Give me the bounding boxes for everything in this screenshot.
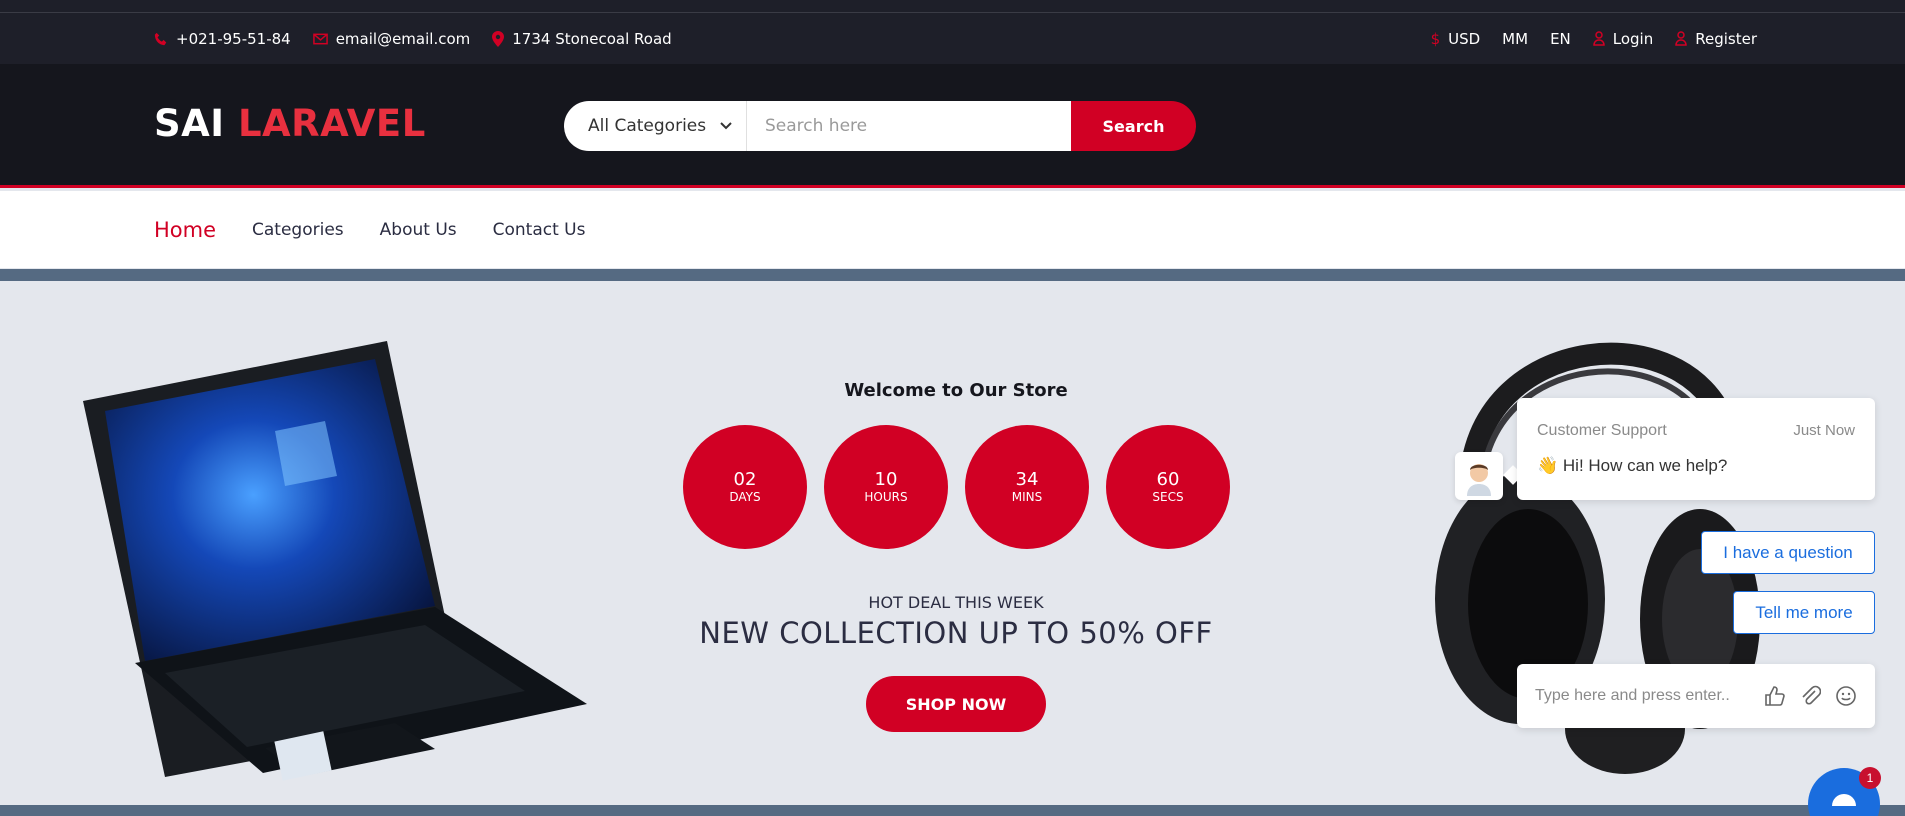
category-select[interactable]: All Categories [564,101,747,151]
countdown-unit: DAYS [729,490,761,504]
language-selector[interactable]: EN [1550,30,1571,48]
smiley-icon[interactable] [1835,685,1857,707]
chat-message: 👋 Hi! How can we help? [1537,456,1728,475]
chat-message-card: Customer Support Just Now 👋 Hi! How can … [1517,398,1875,500]
register-link[interactable]: Register [1675,30,1757,48]
chat-title: Customer Support [1537,422,1667,439]
shop-now-button[interactable]: SHOP NOW [866,676,1046,732]
email-text: email@email.com [335,29,471,48]
quick-reply-question[interactable]: I have a question [1701,531,1875,574]
dollar-icon: $ [1430,29,1441,48]
quick-reply-tell-more[interactable]: Tell me more [1733,591,1875,634]
phone-link[interactable]: +021-95-51-84 [154,30,291,48]
countdown-hours: 10 HOURS [824,425,948,549]
agent-avatar-icon [1467,464,1491,496]
countdown-value: 10 [874,469,898,490]
phone-icon [154,32,167,45]
chat-input[interactable] [1535,687,1745,705]
countdown-unit: HOURS [864,490,908,504]
nav-item-home[interactable]: Home [154,218,216,242]
mm-selector[interactable]: MM [1502,30,1528,48]
countdown-unit: SECS [1152,490,1184,504]
user-icon [1593,31,1605,46]
chat-timestamp: Just Now [1793,422,1855,439]
envelope-icon [312,33,328,44]
section-divider-bottom [0,805,1905,816]
currency-text: USD [1448,29,1481,48]
search-form: All Categories Search [564,101,1196,151]
logo-part1: SAI [154,102,225,145]
register-text: Register [1695,29,1757,48]
window-top-strip [0,0,1905,13]
nav-item-categories[interactable]: Categories [252,220,344,240]
section-divider-top [0,269,1905,281]
countdown-mins: 34 MINS [965,425,1089,549]
nav-item-contact-us[interactable]: Contact Us [493,220,586,240]
countdown-secs: 60 SECS [1106,425,1230,549]
thumbs-up-icon[interactable] [1763,685,1785,707]
mm-text: MM [1502,29,1529,48]
email-link[interactable]: email@email.com [312,29,471,48]
countdown-timer: 02 DAYS 10 HOURS 34 MINS 60 SECS [683,425,1230,549]
address-link[interactable]: 1734 Stonecoal Road [492,29,672,48]
map-marker-icon [492,30,505,47]
address-text: 1734 Stonecoal Road [512,29,672,48]
category-select-value: All Categories [588,116,707,136]
countdown-days: 02 DAYS [683,425,807,549]
login-link[interactable]: Login [1593,30,1653,48]
user-icon [1675,31,1687,46]
search-input[interactable] [747,101,1071,151]
main-navigation: Home Categories About Us Contact Us [0,191,1905,269]
top-info-bar: +021-95-51-84 email@email.com 1734 Stone… [0,13,1905,64]
countdown-value: 02 [733,469,757,490]
phone-text: +021-95-51-84 [176,29,291,48]
logo-part2: LARAVEL [237,102,426,145]
main-header: SAI LARAVEL All Categories Search [0,64,1905,188]
nav-item-about-us[interactable]: About Us [380,220,457,240]
search-button[interactable]: Search [1071,101,1196,151]
chevron-down-icon [720,122,732,130]
site-logo[interactable]: SAI LARAVEL [154,102,426,145]
chat-composer [1517,664,1875,728]
paperclip-icon[interactable] [1799,685,1821,707]
currency-selector[interactable]: $ USD [1431,30,1481,48]
login-text: Login [1612,29,1654,48]
chat-unread-badge: 1 [1859,767,1881,789]
countdown-value: 34 [1015,469,1039,490]
support-avatar [1455,452,1503,500]
countdown-value: 60 [1156,469,1180,490]
language-text: EN [1550,29,1571,48]
countdown-unit: MINS [1011,490,1043,504]
